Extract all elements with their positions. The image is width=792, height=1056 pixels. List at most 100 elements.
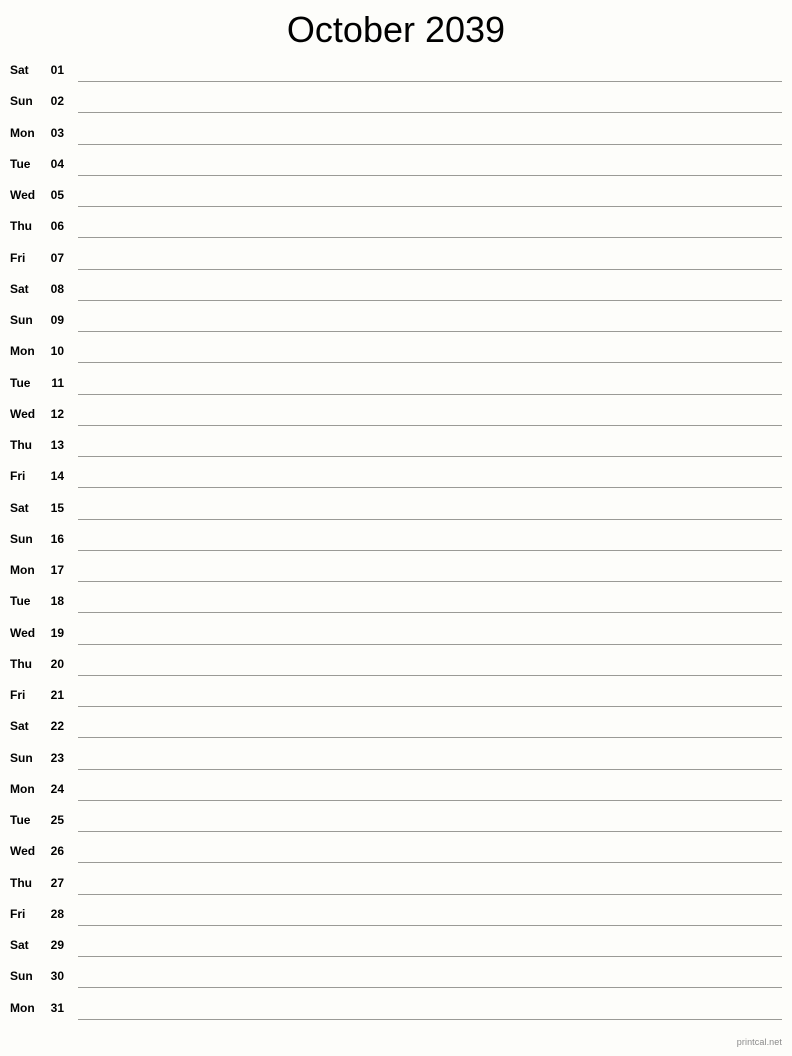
day-writing-line[interactable] xyxy=(78,831,782,832)
day-number-label: 26 xyxy=(50,844,64,859)
day-weekday-label: Fri xyxy=(10,469,26,484)
day-row[interactable]: Sat 08 xyxy=(0,279,792,310)
day-weekday-label: Fri xyxy=(10,906,26,921)
day-row[interactable]: Mon 31 xyxy=(0,998,792,1029)
day-row[interactable]: Fri 28 xyxy=(0,904,792,935)
day-writing-line[interactable] xyxy=(78,112,782,114)
day-row[interactable]: Sat 01 xyxy=(0,60,792,91)
day-weekday-label: Sat xyxy=(10,500,29,515)
day-row[interactable]: Fri 21 xyxy=(0,685,792,716)
day-row[interactable]: Sat 15 xyxy=(0,498,792,529)
day-writing-line[interactable] xyxy=(78,268,782,270)
day-row[interactable]: Mon 17 xyxy=(0,560,792,591)
day-writing-line[interactable] xyxy=(78,424,782,426)
day-writing-line[interactable] xyxy=(78,487,782,489)
day-number-label: 05 xyxy=(50,188,64,202)
day-writing-line[interactable] xyxy=(78,768,782,770)
day-writing-line[interactable] xyxy=(78,924,782,926)
day-writing-line[interactable] xyxy=(78,612,782,614)
day-number-label: 16 xyxy=(50,531,64,546)
day-weekday-label: Fri xyxy=(10,688,26,702)
day-number-label: 18 xyxy=(50,594,64,609)
day-row[interactable]: Sat 22 xyxy=(0,716,792,747)
day-writing-line[interactable] xyxy=(78,581,782,582)
day-row[interactable]: Wed 19 xyxy=(0,623,792,654)
day-writing-line[interactable] xyxy=(78,456,782,457)
day-number-label: 15 xyxy=(50,500,64,515)
day-row[interactable]: Wed 12 xyxy=(0,404,792,435)
day-writing-line[interactable] xyxy=(78,706,782,707)
day-row[interactable]: Tue 11 xyxy=(0,373,792,404)
day-row[interactable]: Wed 05 xyxy=(0,185,792,216)
day-number-label: 28 xyxy=(50,906,64,921)
day-writing-line[interactable] xyxy=(78,206,782,207)
day-number-label: 17 xyxy=(50,563,64,577)
day-row[interactable]: Sat 29 xyxy=(0,935,792,966)
calendar-page: October 2039 Sat 01 Sun 02 Mon 03 Tue 04 Wed 05 Th… xyxy=(0,0,792,1056)
day-writing-line[interactable] xyxy=(78,674,782,676)
day-writing-line[interactable] xyxy=(78,174,782,176)
day-writing-line[interactable] xyxy=(78,1018,782,1020)
day-weekday-label: Tue xyxy=(10,156,31,171)
day-row[interactable]: Thu 20 xyxy=(0,654,792,685)
day-number-label: 01 xyxy=(50,63,64,77)
day-weekday-label: Thu xyxy=(10,656,32,671)
day-number-label: 23 xyxy=(50,750,64,765)
day-number-label: 08 xyxy=(50,281,64,296)
day-number-label: 07 xyxy=(50,250,64,265)
day-writing-line[interactable] xyxy=(78,862,782,864)
day-row[interactable]: Tue 25 xyxy=(0,810,792,841)
day-weekday-label: Thu xyxy=(10,438,32,452)
day-writing-line[interactable] xyxy=(78,737,782,739)
day-writing-line[interactable] xyxy=(78,893,782,895)
day-row[interactable]: Mon 24 xyxy=(0,779,792,810)
day-number-label: 22 xyxy=(50,719,64,734)
day-weekday-label: Tue xyxy=(10,375,31,390)
day-row[interactable]: Thu 27 xyxy=(0,873,792,904)
day-writing-line[interactable] xyxy=(78,987,782,989)
day-weekday-label: Thu xyxy=(10,875,32,890)
day-row[interactable]: Mon 03 xyxy=(0,123,792,154)
day-writing-line[interactable] xyxy=(78,81,782,82)
day-row[interactable]: Fri 14 xyxy=(0,466,792,497)
day-weekday-label: Fri xyxy=(10,250,26,265)
day-row[interactable]: Sun 30 xyxy=(0,966,792,997)
day-row[interactable]: Mon 10 xyxy=(0,341,792,372)
page-title: October 2039 xyxy=(286,9,506,50)
day-number-label: 24 xyxy=(50,781,64,796)
day-writing-line[interactable] xyxy=(78,956,782,957)
day-weekday-label: Tue xyxy=(10,594,31,609)
day-row[interactable]: Sun 23 xyxy=(0,748,792,779)
day-row[interactable]: Tue 18 xyxy=(0,591,792,622)
day-writing-line[interactable] xyxy=(78,393,782,395)
day-weekday-label: Sat xyxy=(10,63,29,77)
day-writing-line[interactable] xyxy=(78,331,782,332)
day-number-label: 09 xyxy=(50,313,64,327)
day-number-label: 14 xyxy=(50,469,64,484)
day-writing-line[interactable] xyxy=(78,518,782,520)
day-number-label: 29 xyxy=(50,938,64,952)
day-row[interactable]: Thu 13 xyxy=(0,435,792,466)
day-writing-line[interactable] xyxy=(78,799,782,801)
day-writing-line[interactable] xyxy=(78,237,782,239)
day-number-label: 27 xyxy=(50,875,64,890)
day-writing-line[interactable] xyxy=(78,299,782,301)
day-weekday-label: Sat xyxy=(10,281,29,296)
day-row[interactable]: Tue 04 xyxy=(0,154,792,185)
day-writing-line[interactable] xyxy=(78,549,782,551)
day-writing-line[interactable] xyxy=(78,362,782,364)
day-row[interactable]: Wed 26 xyxy=(0,841,792,872)
day-number-label: 13 xyxy=(50,438,64,452)
day-number-label: 19 xyxy=(50,625,64,640)
day-row[interactable]: Sun 02 xyxy=(0,91,792,122)
day-row[interactable]: Fri 07 xyxy=(0,248,792,279)
day-row[interactable]: Sun 16 xyxy=(0,529,792,560)
day-writing-line[interactable] xyxy=(78,643,782,645)
day-number-label: 30 xyxy=(50,969,64,984)
day-weekday-label: Sat xyxy=(10,938,29,952)
day-number-label: 21 xyxy=(50,688,64,702)
day-row[interactable]: Thu 06 xyxy=(0,216,792,247)
day-row[interactable]: Sun 09 xyxy=(0,310,792,341)
day-number-label: 20 xyxy=(50,656,64,671)
day-writing-line[interactable] xyxy=(78,143,782,145)
